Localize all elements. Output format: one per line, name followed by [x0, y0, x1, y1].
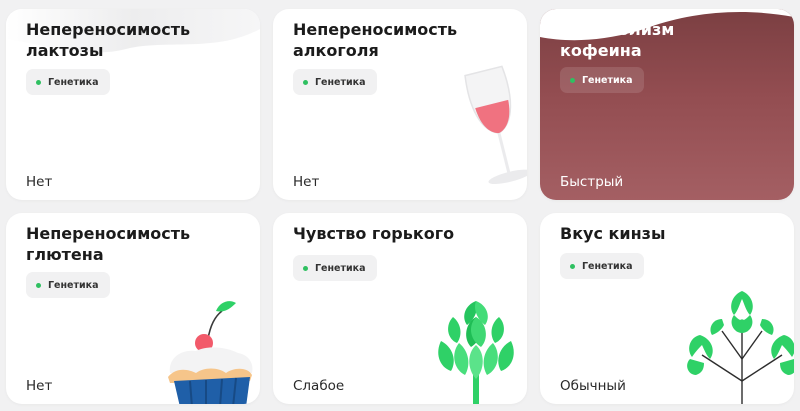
card-result: Быстрый	[560, 174, 624, 190]
hops-plant-icon	[438, 301, 514, 404]
card-title: Чувство горького	[293, 224, 455, 243]
trait-card-caffeine[interactable]: Метаболизм кофеина Генетика Быстрый	[540, 9, 794, 200]
card-result: Нет	[26, 378, 53, 394]
tag-label: Генетика	[582, 260, 633, 272]
card-result: Нет	[26, 174, 53, 190]
cilantro-plant-icon	[687, 291, 794, 404]
card-result: Обычный	[560, 378, 626, 394]
card-title: Непереносимость глютена	[26, 224, 191, 264]
card-result: Слабое	[293, 378, 345, 394]
green-dot-icon	[36, 79, 41, 85]
trait-card-cilantro[interactable]: Вкус кинзы Генетика Обычный	[540, 213, 794, 404]
card-title: Вкус кинзы	[560, 224, 666, 243]
card-title: Непереносимость лактозы	[26, 20, 191, 60]
tag-label: Генетика	[315, 76, 366, 88]
tag-label: Генетика	[48, 76, 99, 88]
genetics-tag[interactable]: Генетика	[560, 253, 644, 279]
wine-glass-icon	[464, 65, 527, 184]
green-dot-icon	[36, 282, 41, 288]
genetics-tag[interactable]: Генетика	[293, 255, 377, 281]
tag-label: Генетика	[582, 74, 633, 86]
card-result: Нет	[293, 174, 320, 190]
genetics-tag[interactable]: Генетика	[26, 272, 110, 298]
green-dot-icon	[303, 265, 308, 271]
tag-label: Генетика	[48, 279, 99, 291]
genetics-tag[interactable]: Генетика	[293, 69, 377, 95]
trait-card-bitter[interactable]: Чувство горького Генетика Слабое	[273, 213, 527, 404]
genetics-tag[interactable]: Генетика	[26, 69, 110, 95]
green-dot-icon	[570, 263, 575, 269]
tag-label: Генетика	[315, 262, 366, 274]
trait-card-gluten[interactable]: Непереносимость глютена Генетика Нет	[6, 213, 260, 404]
cupcake-cherry-icon	[168, 301, 253, 404]
trait-card-lactose[interactable]: Непереносимость лактозы Генетика Нет	[6, 9, 260, 200]
genetics-tag[interactable]: Генетика	[560, 67, 644, 93]
trait-card-alcohol[interactable]: Непереносимость алкоголя Генетика Нет	[273, 9, 527, 200]
green-dot-icon	[570, 77, 575, 83]
card-title: Метаболизм кофеина	[560, 20, 675, 60]
card-title: Непереносимость алкоголя	[293, 20, 458, 60]
green-dot-icon	[303, 79, 308, 85]
